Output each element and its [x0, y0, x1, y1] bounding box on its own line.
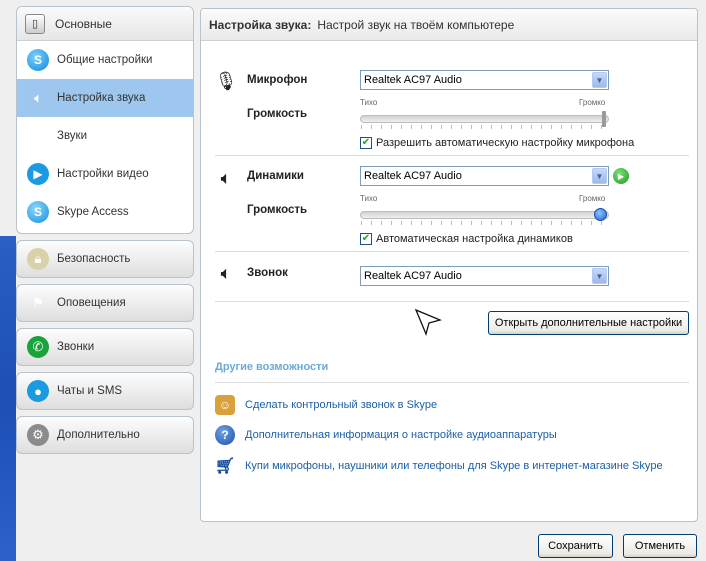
sidebar-item-label: Общие настройки: [57, 54, 153, 66]
lock-icon: 🔒︎: [27, 248, 49, 270]
slider-ticks: [361, 221, 608, 225]
sidebar-category-label: Чаты и SMS: [57, 385, 123, 397]
shop-link-row[interactable]: 🛒︎ Купи микрофоны, наушники или телефоны…: [215, 456, 663, 476]
mic-auto-label: Разрешить автоматическую настройку микро…: [376, 137, 635, 149]
speakers-auto-check-row[interactable]: ✔ Автоматическая настройка динамиков: [360, 233, 573, 245]
gear-icon: ⚙: [27, 424, 49, 446]
divider: [215, 301, 689, 302]
speakers-auto-checkbox[interactable]: ✔: [360, 233, 372, 245]
microphone-select[interactable]: Realtek AC97 Audio ▼: [360, 70, 609, 90]
speaker-icon: ◀: [33, 129, 43, 143]
sidebar-item-video-settings[interactable]: ▶ Настройки видео: [17, 155, 193, 193]
play-test-sound-button[interactable]: ▶: [613, 168, 629, 184]
mic-volume-label: Громкость: [247, 108, 308, 120]
speakers-volume-high-label: Громко: [579, 194, 606, 203]
sidebar-category-calls[interactable]: ✆ Звонки: [16, 328, 194, 366]
test-call-link-row[interactable]: ☺ Сделать контрольный звонок в Skype: [215, 395, 437, 415]
phone-icon: ✆: [27, 336, 49, 358]
sidebar-item-sound-settings[interactable]: 🔈︎ Настройка звука: [17, 79, 193, 117]
sound-settings-icon: 🔈︎: [34, 90, 42, 105]
sidebar-category-chats[interactable]: ● Чаты и SMS: [16, 372, 194, 410]
sidebar-category-notifications[interactable]: ⚑ Оповещения: [16, 284, 194, 322]
sidebar-category-advanced[interactable]: ⚙ Дополнительно: [16, 416, 194, 454]
shop-link[interactable]: Купи микрофоны, наушники или телефоны дл…: [245, 460, 663, 472]
mic-auto-checkbox[interactable]: ✔: [360, 137, 372, 149]
user-icon: ☺: [215, 395, 235, 415]
divider: [215, 155, 689, 156]
video-icon: ▶: [27, 163, 49, 185]
page-title: Настройка звука:: [209, 17, 312, 32]
chevron-down-icon[interactable]: ▼: [592, 72, 607, 88]
mic-volume-high-label: Громко: [579, 98, 606, 107]
skype-access-icon: S: [27, 201, 49, 223]
divider: [215, 251, 689, 252]
microphone-select-value: Realtek AC97 Audio: [364, 74, 462, 86]
speakers-select-value: Realtek AC97 Audio: [364, 170, 462, 182]
audio-info-link[interactable]: Дополнительная информация о настройке ау…: [245, 429, 557, 441]
ringer-select-value: Realtek AC97 Audio: [364, 270, 462, 282]
desktop-background: [0, 236, 16, 561]
chevron-down-icon[interactable]: ▼: [592, 168, 607, 184]
save-button[interactable]: Сохранить: [538, 534, 613, 558]
microphone-label: Микрофон: [247, 74, 308, 86]
mic-volume-thumb[interactable]: [602, 111, 606, 127]
flag-icon: ⚑: [32, 295, 44, 310]
speakers-volume-thumb[interactable]: [594, 208, 607, 221]
sidebar-group-main: ▯ Основные S Общие настройки 🔈︎ Настройк…: [16, 6, 194, 234]
ringer-label: Звонок: [247, 267, 288, 279]
sidebar-item-general[interactable]: S Общие настройки: [17, 41, 193, 79]
microphone-icon: 🎙︎: [214, 70, 238, 91]
speakers-auto-label: Автоматическая настройка динамиков: [376, 233, 573, 245]
test-call-link[interactable]: Сделать контрольный звонок в Skype: [245, 399, 437, 411]
ringer-speaker-icon: 🔈︎: [220, 262, 232, 283]
speakers-volume-low-label: Тихо: [360, 194, 378, 203]
mouse-cursor-icon: [414, 308, 442, 336]
sidebar-category-label: Дополнительно: [57, 429, 140, 441]
panel-header: Настройка звука: Настрой звук на твоём к…: [201, 9, 697, 41]
skype-icon: S: [27, 49, 49, 71]
mic-auto-check-row[interactable]: ✔ Разрешить автоматическую настройку мик…: [360, 137, 634, 149]
page-subtitle: Настрой звук на твоём компьютере: [317, 17, 515, 32]
sidebar-group-main-header[interactable]: ▯ Основные: [17, 7, 193, 41]
sidebar-item-label: Настройка звука: [57, 92, 146, 104]
speakers-volume-slider[interactable]: [360, 208, 609, 225]
chat-icon: ●: [27, 380, 49, 402]
chevron-down-icon[interactable]: ▼: [592, 268, 607, 284]
speakers-select[interactable]: Realtek AC97 Audio ▼: [360, 166, 609, 186]
speaker-icon: 🔈︎: [220, 167, 232, 188]
sidebar-item-label: Звуки: [57, 130, 88, 142]
speakers-label: Динамики: [247, 170, 305, 182]
other-options-title: Другие возможности: [215, 361, 329, 373]
sidebar-category-label: Звонки: [57, 341, 95, 353]
help-icon: ?: [215, 425, 235, 445]
cancel-button[interactable]: Отменить: [623, 534, 697, 558]
sidebar-item-skype-access[interactable]: S Skype Access: [17, 193, 193, 231]
sidebar: ▯ Основные S Общие настройки 🔈︎ Настройк…: [16, 6, 194, 454]
sidebar-category-label: Безопасность: [57, 253, 131, 265]
mic-volume-slider[interactable]: [360, 111, 609, 129]
speakers-volume-label: Громкость: [247, 204, 308, 216]
audio-info-link-row[interactable]: ? Дополнительная информация о настройке …: [215, 425, 557, 445]
sidebar-item-label: Настройки видео: [57, 168, 149, 180]
sidebar-category-label: Оповещения: [57, 297, 126, 309]
cart-icon: 🛒︎: [214, 458, 236, 475]
gear-small-icon: ▯: [25, 13, 45, 34]
sidebar-item-label: Skype Access: [57, 206, 129, 218]
mic-volume-low-label: Тихо: [360, 98, 378, 107]
divider: [215, 382, 689, 383]
sound-settings-panel: Настройка звука: Настрой звук на твоём к…: [200, 8, 698, 522]
open-advanced-settings-button[interactable]: Открыть дополнительные настройки: [488, 311, 689, 335]
sidebar-group-main-label: Основные: [55, 16, 112, 31]
sidebar-category-security[interactable]: 🔒︎ Безопасность: [16, 240, 194, 278]
ringer-select[interactable]: Realtek AC97 Audio ▼: [360, 266, 609, 286]
slider-ticks: [361, 125, 608, 129]
sidebar-item-sounds[interactable]: ◀ Звуки: [17, 117, 193, 155]
